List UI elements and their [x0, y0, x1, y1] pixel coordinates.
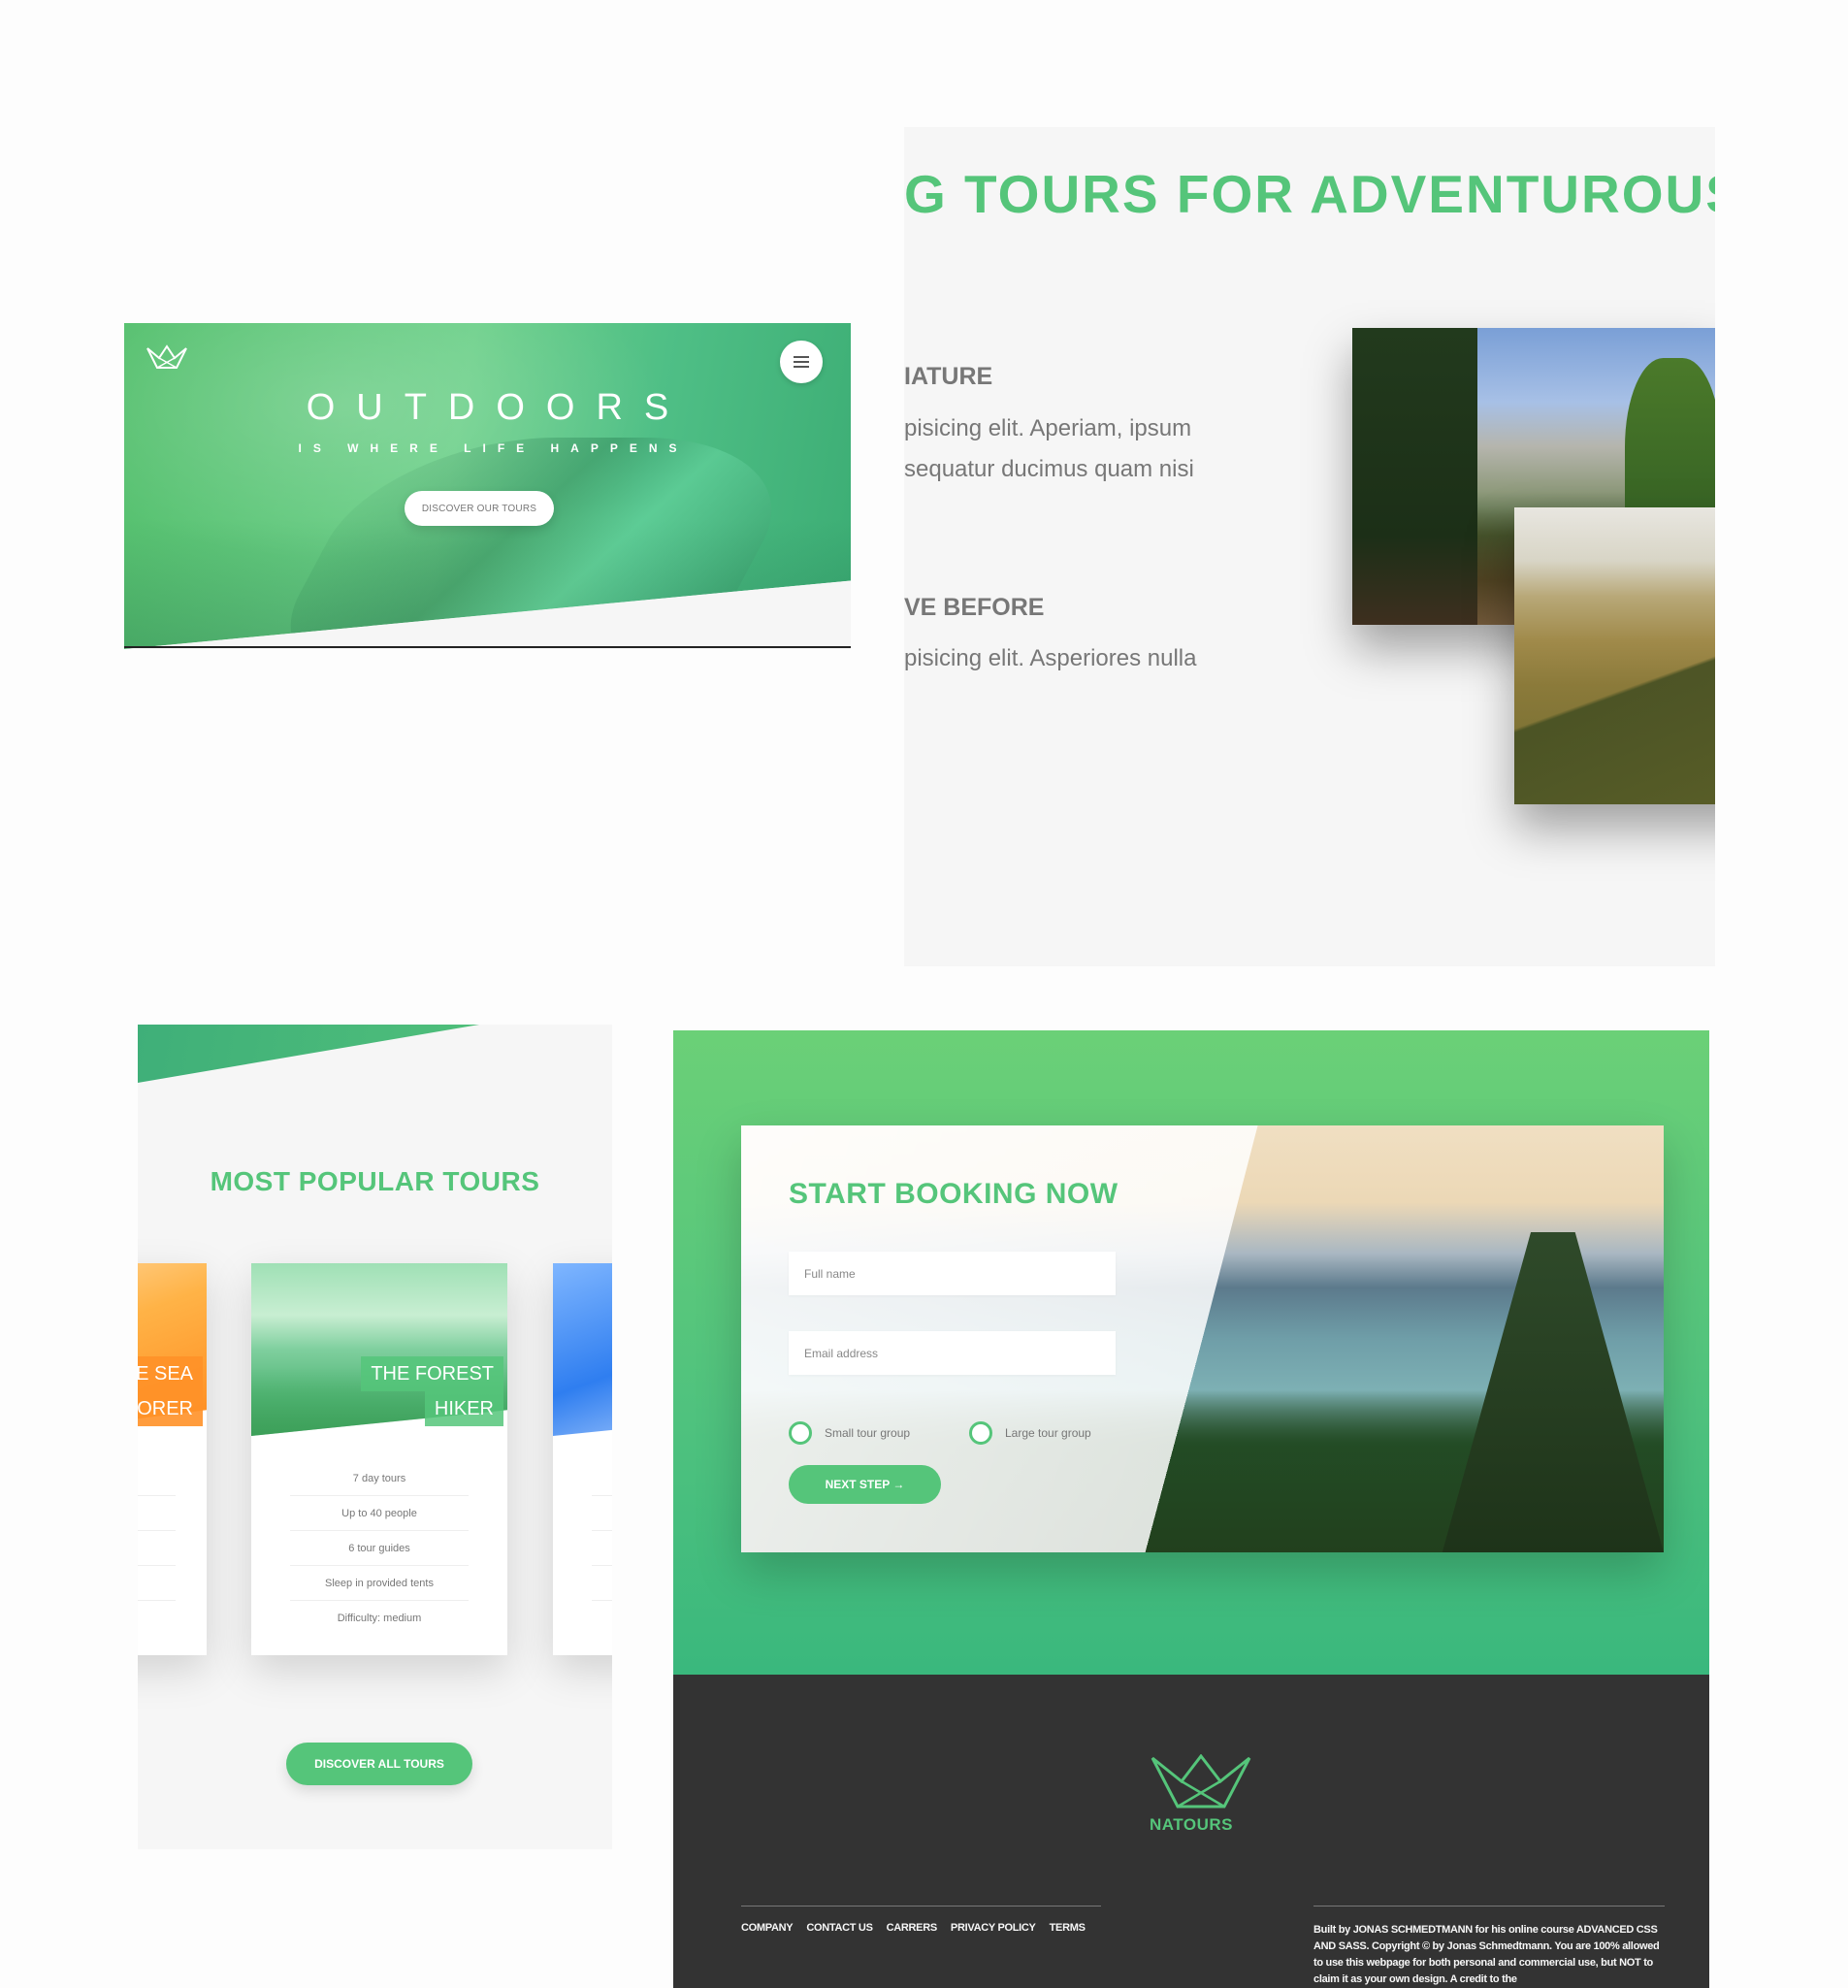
- list-item: [592, 1601, 612, 1636]
- tour-card-details: 7 day tours Up to 40 people 6 tour guide…: [251, 1461, 507, 1636]
- radio-circle-icon: [969, 1421, 992, 1445]
- hero-bottom-border: [124, 646, 851, 648]
- next-step-button[interactable]: NEXT STEP →: [789, 1465, 941, 1504]
- crown-logo-icon[interactable]: [146, 344, 188, 372]
- list-item: [591, 1496, 612, 1531]
- small-group-label: Small tour group: [825, 1426, 911, 1440]
- footer-link-terms[interactable]: TERMS: [1050, 1922, 1086, 1934]
- footer-copyright: Built by JONAS SCHMEDTMANN for his onlin…: [1313, 1906, 1665, 1988]
- tour-card[interactable]: [553, 1263, 612, 1655]
- tour-card-heading-line-1: E SEA: [138, 1356, 203, 1391]
- booking-title: START BOOKING NOW: [789, 1178, 1119, 1210]
- list-item: [591, 1566, 612, 1601]
- feature-1-title: IATURE: [904, 363, 993, 390]
- discover-all-tours-button[interactable]: DISCOVER ALL TOURS: [286, 1743, 472, 1785]
- tour-card-forest-hiker[interactable]: THE FOREST HIKER 7 day tours Up to 40 pe…: [251, 1263, 507, 1655]
- footer-link-privacy[interactable]: PRIVACY POLICY: [951, 1922, 1036, 1934]
- list-item: [591, 1531, 612, 1566]
- full-name-input[interactable]: [789, 1252, 1116, 1295]
- tours-section: MOST POPULAR TOURS E SEA ORER THE FOREST…: [138, 1025, 612, 1849]
- feature-2-title: VE BEFORE: [904, 594, 1045, 621]
- discover-tours-button[interactable]: DISCOVER OUR TOURS: [405, 491, 554, 526]
- about-heading: G TOURS FOR ADVENTUROUS: [904, 164, 1715, 224]
- list-item: [138, 1496, 177, 1531]
- tour-card-details: [138, 1461, 207, 1636]
- large-group-radio[interactable]: Large tour group: [969, 1421, 1091, 1445]
- about-photo-valley[interactable]: [1514, 507, 1715, 804]
- tours-title: MOST POPULAR TOURS: [210, 1166, 540, 1196]
- hero-section: OUTDOORS IS WHERE LIFE HAPPENS DISCOVER …: [124, 323, 851, 649]
- list-item: [138, 1566, 177, 1601]
- list-item: [591, 1461, 612, 1496]
- footer-brand: NATOURS: [1150, 1815, 1233, 1834]
- list-item: [138, 1601, 176, 1636]
- radio-circle-icon: [789, 1421, 812, 1445]
- small-group-radio[interactable]: Small tour group: [789, 1421, 910, 1445]
- crown-logo-icon[interactable]: [1151, 1754, 1251, 1809]
- large-group-label: Large tour group: [1005, 1426, 1091, 1440]
- feature-1-text-line-1: pisicing elit. Aperiam, ipsum: [904, 415, 1192, 441]
- hero-subtitle: IS WHERE LIFE HAPPENS: [298, 441, 689, 455]
- tour-card-heading-line-2: HIKER: [424, 1391, 503, 1426]
- footer-link-company[interactable]: COMPANY: [741, 1922, 794, 1934]
- list-item: Sleep in provided tents: [289, 1566, 470, 1601]
- list-item: 7 day tours: [289, 1461, 470, 1496]
- tours-top-skew: [138, 1025, 480, 1083]
- booking-section: START BOOKING NOW Small tour group Large…: [673, 1030, 1709, 1675]
- hamburger-icon: [794, 356, 809, 368]
- hero-title: OUTDOORS: [306, 387, 691, 428]
- list-item: Difficulty: medium: [337, 1613, 422, 1624]
- list-item: [138, 1531, 177, 1566]
- email-input[interactable]: [789, 1331, 1116, 1375]
- footer-link-contact[interactable]: CONTACT US: [806, 1922, 873, 1934]
- footer-navigation: COMPANY CONTACT US CARRERS PRIVACY POLIC…: [741, 1906, 1101, 1934]
- footer: NATOURS COMPANY CONTACT US CARRERS PRIVA…: [673, 1675, 1709, 1988]
- menu-button[interactable]: [780, 341, 823, 383]
- tour-card-details: [553, 1461, 612, 1636]
- list-item: 6 tour guides: [289, 1531, 470, 1566]
- booking-card: START BOOKING NOW Small tour group Large…: [741, 1125, 1664, 1552]
- list-item: [138, 1461, 177, 1496]
- feature-2-text-line-1: pisicing elit. Asperiores nulla: [904, 645, 1197, 671]
- tour-card-heading-line-1: THE FOREST: [361, 1356, 503, 1391]
- about-section: G TOURS FOR ADVENTUROUS IATURE pisicing …: [904, 127, 1715, 966]
- tour-card[interactable]: E SEA ORER: [138, 1263, 207, 1655]
- tour-card-heading-line-2: ORER: [138, 1391, 203, 1426]
- tour-card-image: [553, 1263, 612, 1436]
- list-item: Up to 40 people: [289, 1496, 470, 1531]
- footer-link-carrers[interactable]: CARRERS: [887, 1922, 938, 1934]
- feature-1-text-line-2: sequatur ducimus quam nisi: [904, 456, 1194, 482]
